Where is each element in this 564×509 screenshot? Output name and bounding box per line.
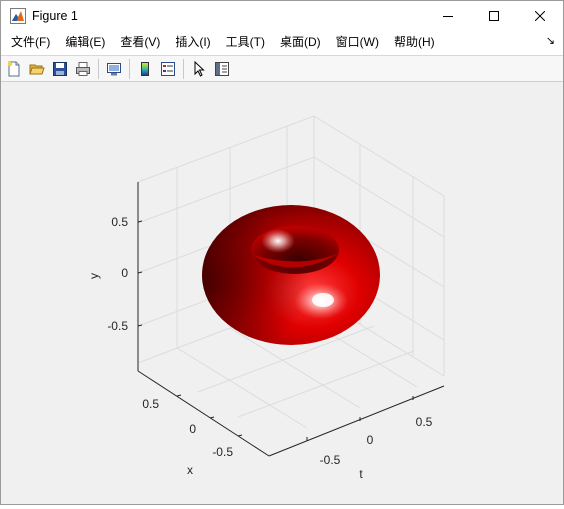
t-tick-label: -0.5	[320, 453, 341, 467]
open-file-icon	[29, 64, 45, 74]
save-button[interactable]	[50, 59, 70, 79]
x-tick-label: 0.5	[142, 397, 159, 411]
menu-help[interactable]: 帮助(H)	[387, 30, 442, 55]
plot-axes[interactable]: 0.5 0 -0.5 0.5 0 -0.5 -0.5 0 0.5 y x t	[1, 83, 563, 504]
menu-file[interactable]: 文件(F)	[4, 30, 57, 55]
minimize-button[interactable]	[425, 1, 471, 30]
matlab-icon	[10, 7, 26, 24]
t-tick-label: 0	[367, 433, 374, 447]
edit-plot-button[interactable]	[189, 59, 209, 79]
menu-edit[interactable]: 编辑(E)	[58, 30, 112, 55]
menu-view[interactable]: 查看(V)	[113, 30, 167, 55]
new-figure-button[interactable]	[4, 59, 24, 79]
window-title: Figure 1	[32, 8, 78, 23]
menu-insert[interactable]: 插入(I)	[168, 30, 217, 55]
y-tick-label: -0.5	[107, 319, 128, 333]
y-tick-label: 0	[121, 266, 128, 280]
window-controls	[425, 1, 563, 30]
title-bar[interactable]: Figure 1	[1, 1, 563, 30]
figure-window: Figure 1 文件(F) 编辑(E) 查看(V) 插入(I) 工具(T) 桌…	[0, 0, 564, 505]
link-plot-button[interactable]	[104, 59, 124, 79]
new-figure-icon	[7, 61, 20, 76]
insert-legend-icon	[161, 61, 175, 76]
figure-canvas: 0.5 0 -0.5 0.5 0 -0.5 -0.5 0 0.5 y x t	[1, 83, 563, 504]
property-inspector-button[interactable]	[212, 59, 232, 79]
open-file-button[interactable]	[27, 59, 47, 79]
y-tick-label: 0.5	[111, 215, 128, 229]
insert-colorbar-button[interactable]	[135, 59, 155, 79]
menu-window[interactable]: 窗口(W)	[329, 30, 386, 55]
toolbar-separator	[98, 58, 99, 79]
torus-surface	[202, 205, 380, 345]
menu-bar: 文件(F) 编辑(E) 查看(V) 插入(I) 工具(T) 桌面(D) 窗口(W…	[1, 30, 563, 56]
maximize-icon	[489, 10, 499, 21]
menu-desktop[interactable]: 桌面(D)	[273, 30, 328, 55]
t-tick-label: 0.5	[416, 415, 433, 429]
maximize-button[interactable]	[471, 1, 517, 30]
close-icon	[535, 10, 545, 21]
close-button[interactable]	[517, 1, 563, 30]
toolbar-separator	[129, 58, 130, 79]
save-icon	[53, 61, 67, 76]
figure-toolbar	[1, 56, 563, 82]
toolbar-separator	[183, 58, 184, 79]
menu-tools[interactable]: 工具(T)	[219, 30, 272, 55]
minimize-icon	[443, 15, 453, 17]
edit-plot-arrow-icon	[194, 60, 205, 77]
insert-colorbar-icon	[141, 61, 149, 76]
x-tick-label: 0	[189, 422, 196, 436]
x-axis-label: x	[187, 463, 193, 477]
link-plot-icon	[107, 62, 121, 75]
y-axis-label: y	[87, 273, 101, 279]
property-inspector-icon	[215, 61, 229, 76]
print-icon	[76, 61, 90, 76]
print-button[interactable]	[73, 59, 93, 79]
x-tick-label: -0.5	[212, 445, 233, 459]
insert-legend-button[interactable]	[158, 59, 178, 79]
dock-figure-icon[interactable]: ↘	[546, 34, 555, 47]
t-axis-label: t	[359, 467, 363, 481]
